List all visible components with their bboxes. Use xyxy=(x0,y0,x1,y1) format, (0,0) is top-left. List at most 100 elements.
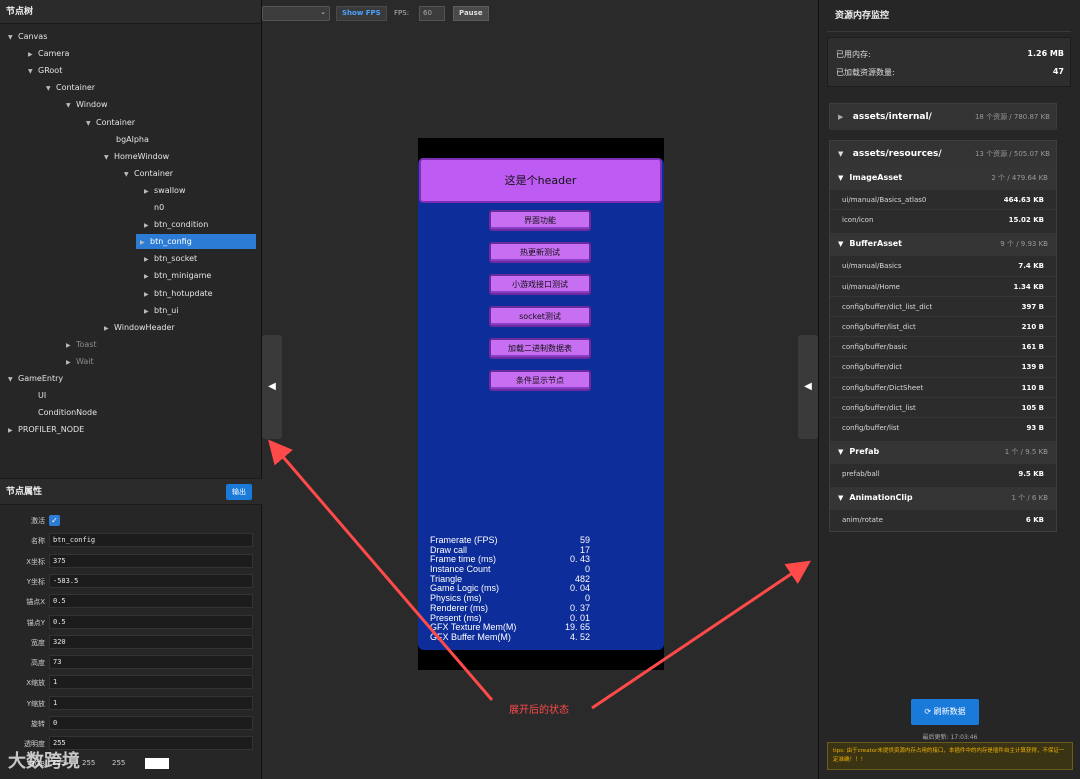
caret-down-icon[interactable]: ▼ xyxy=(86,116,96,131)
refresh-button[interactable]: ⟳ 刷新数据 xyxy=(911,699,979,725)
color-swatch[interactable] xyxy=(145,757,169,769)
game-button[interactable]: socket测试 xyxy=(489,306,591,327)
caret-down-icon[interactable]: ▼ xyxy=(124,167,134,182)
tree-node[interactable]: ConditionNode xyxy=(28,405,97,420)
tree-node[interactable]: ▶ PROFILER_NODE xyxy=(8,422,84,437)
asset-path: ui/manual/Basics_atlas0 xyxy=(842,196,927,204)
folder-resources-header[interactable]: ▼ assets/resources/ 13 个资源 / 505.07 KB xyxy=(830,141,1056,167)
game-button[interactable]: 热更新测试 xyxy=(489,242,591,263)
caret-right-icon[interactable]: ▶ xyxy=(144,304,154,319)
active-checkbox[interactable]: ✓ xyxy=(49,515,60,526)
color-channel-value[interactable]: 255 xyxy=(82,759,95,767)
caret-right-icon[interactable]: ▶ xyxy=(144,269,154,284)
tree-node[interactable]: ▼ Window xyxy=(66,97,108,112)
profiler-stat-key: GFX Buffer Mem(M) xyxy=(430,631,511,642)
property-input[interactable]: 1 xyxy=(49,695,253,710)
tree-node[interactable]: ▶ btn_condition xyxy=(144,217,208,232)
property-input[interactable]: 0.5 xyxy=(49,594,253,609)
tree-node-label: HomeWindow xyxy=(114,151,170,161)
property-input[interactable]: 320 xyxy=(49,634,253,649)
tree-node[interactable]: ▶ Toast xyxy=(66,337,97,352)
tree-node[interactable]: ▶ Camera xyxy=(28,46,69,61)
caret-right-icon[interactable]: ▶ xyxy=(104,321,114,336)
export-button[interactable]: 输出 xyxy=(226,484,252,500)
tree-node[interactable]: ▼ Canvas xyxy=(8,29,47,44)
caret-right-icon[interactable]: ▶ xyxy=(8,423,18,438)
tree-node[interactable]: ▶ btn_hotupdate xyxy=(144,286,213,301)
asset-size: 105 B xyxy=(1021,403,1044,412)
asset-type-meta: 2 个 / 479.64 KB xyxy=(991,174,1048,182)
caret-right-icon[interactable]: ▶ xyxy=(144,184,154,199)
property-input[interactable]: 1 xyxy=(49,675,253,690)
property-input[interactable]: -583.5 xyxy=(49,573,253,588)
asset-type-meta: 1 个 / 9.5 KB xyxy=(1004,448,1048,457)
caret-right-icon[interactable]: ▶ xyxy=(66,355,76,370)
asset-path: config/buffer/dict xyxy=(842,363,903,372)
left-collapse-handle[interactable]: ◀ xyxy=(262,335,282,439)
fps-input[interactable]: 60 xyxy=(419,6,445,21)
asset-path: icon/icon xyxy=(842,216,874,225)
caret-right-icon[interactable]: ▶ xyxy=(144,218,154,233)
node-properties-panel: 节点属性 输出 激活 ✓ 名称 btn_config X坐标 375 Y坐标 -583.5 锚点… xyxy=(0,478,262,779)
caret-down-icon[interactable]: ▼ xyxy=(8,30,18,45)
color-channel-value[interactable]: 255 xyxy=(112,759,125,767)
pause-button[interactable]: Pause xyxy=(453,6,489,21)
tree-node[interactable]: ▶ btn_socket xyxy=(144,251,197,266)
right-collapse-handle[interactable]: ◀ xyxy=(798,335,818,439)
asset-size: 161 B xyxy=(1021,343,1044,352)
caret-down-icon[interactable]: ▼ xyxy=(28,64,38,79)
tree-node[interactable]: ▶ btn_ui xyxy=(144,303,179,318)
asset-path: config/buffer/dict_list_dict xyxy=(842,302,933,311)
tree-node[interactable]: ▼ Container xyxy=(124,166,173,181)
tree-node-label: swallow xyxy=(154,185,186,195)
tree-node[interactable]: ▶ swallow xyxy=(144,183,186,198)
caret-right-icon[interactable]: ▶ xyxy=(144,252,154,267)
tree-node[interactable]: bgAlpha xyxy=(106,132,149,147)
caret-down-icon[interactable]: ▼ xyxy=(8,372,18,387)
caret-right-icon[interactable]: ▶ xyxy=(66,338,76,353)
property-input[interactable]: 375 xyxy=(49,553,253,568)
tree-node[interactable]: ▼ Container xyxy=(86,115,135,130)
loaded-count-label: 已加载资源数量: xyxy=(836,68,895,77)
tree-node[interactable]: ▶ WindowHeader xyxy=(104,320,175,335)
caret-right-icon[interactable]: ▶ xyxy=(140,235,150,250)
show-fps-button[interactable]: Show FPS xyxy=(336,6,387,21)
property-input[interactable]: btn_config xyxy=(49,533,253,548)
tree-node[interactable]: ▼ Container xyxy=(46,80,95,95)
asset-row: ui/manual/Basics 7.4 KB xyxy=(830,255,1056,275)
tree-node[interactable]: ▶ btn_config xyxy=(136,234,256,250)
property-input[interactable]: 0 xyxy=(49,716,253,730)
property-row: X缩放 1 xyxy=(0,675,262,691)
game-button[interactable]: 加载二进制数据表 xyxy=(489,338,591,359)
tree-node-label: Window xyxy=(76,100,108,110)
tree-node[interactable]: ▼ HomeWindow xyxy=(104,149,169,164)
folder-internal-header[interactable]: ▶ assets/internal/ 18 个资源 / 780.87 KB xyxy=(830,104,1056,130)
caret-right-icon[interactable]: ▶ xyxy=(144,287,154,302)
caret-down-icon[interactable]: ▼ xyxy=(104,150,114,165)
caret-down-icon[interactable]: ▼ xyxy=(46,81,56,96)
tree-node-label: Container xyxy=(56,83,96,93)
game-button[interactable]: 条件显示节点 xyxy=(489,370,591,391)
tree-node[interactable]: UI xyxy=(28,388,46,403)
tree-node[interactable]: ▼ GameEntry xyxy=(8,371,63,386)
asset-type-header[interactable]: ▼ ImageAsset 2 个 / 479.64 KB xyxy=(830,167,1056,189)
refresh-icon: ⟳ xyxy=(924,707,932,716)
caret-down-icon[interactable]: ▼ xyxy=(66,98,76,113)
property-input[interactable]: 0.5 xyxy=(49,614,253,629)
game-button[interactable]: 界面功能 xyxy=(489,210,591,231)
scene-select[interactable]: ⌄ xyxy=(262,6,330,21)
loaded-count: 已加载资源数量: 47 xyxy=(836,67,1064,78)
asset-type-header[interactable]: ▼ BufferAsset 9 个 / 9.93 KB xyxy=(830,233,1056,256)
tree-node[interactable]: ▶ Wait xyxy=(66,354,94,369)
asset-type-header[interactable]: ▼ Prefab 1 个 / 9.5 KB xyxy=(830,441,1056,464)
caret-right-icon[interactable]: ▶ xyxy=(28,47,38,62)
tree-node[interactable]: ▼ GRoot xyxy=(28,63,62,78)
game-button[interactable]: 小游戏接口测试 xyxy=(489,274,591,295)
tree-node[interactable]: ▶ btn_minigame xyxy=(144,268,211,283)
property-input[interactable]: 73 xyxy=(49,655,253,670)
profiler-stat-key: Triangle xyxy=(430,573,463,584)
asset-type-header[interactable]: ▼ AnimationClip 1 个 / 6 KB xyxy=(830,487,1056,510)
folder-internal[interactable]: ▶ assets/internal/ 18 个资源 / 780.87 KB xyxy=(829,103,1057,130)
asset-row: config/buffer/dict 139 B xyxy=(830,356,1056,376)
tree-node[interactable]: n0 xyxy=(144,200,164,215)
